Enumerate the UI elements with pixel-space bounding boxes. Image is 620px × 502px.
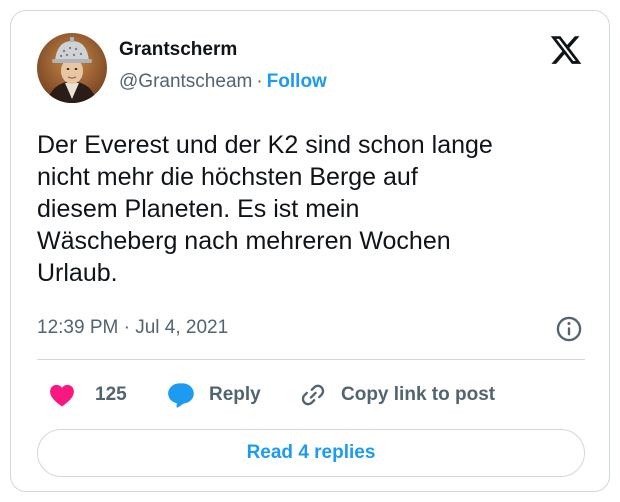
heart-icon [50, 384, 74, 407]
avatar-image [37, 33, 107, 103]
tweet-text: Der Everest und der K2 sind schon lange … [37, 131, 493, 287]
x-logo-icon[interactable] [549, 33, 583, 67]
avatar[interactable] [37, 33, 107, 103]
like-button[interactable]: 125 [49, 375, 127, 415]
link-icon [301, 384, 325, 406]
divider [37, 359, 585, 360]
copy-link-label: Copy link to post [341, 384, 496, 405]
reply-label: Reply [209, 384, 261, 405]
follow-button[interactable]: Follow [267, 71, 327, 92]
author-display-name[interactable]: Grantscherm [119, 39, 237, 61]
tweet-timestamp[interactable]: 12:39 PM · Jul 4, 2021 [37, 317, 228, 339]
tweet-card: Grantscherm @Grantscheam · Follow Der Ever… [10, 10, 610, 492]
handle-separator: · [256, 71, 263, 92]
copy-link-button[interactable]: Copy link to post [299, 375, 495, 415]
read-replies-button[interactable]: Read 4 replies [37, 429, 585, 477]
reply-button[interactable]: Reply [167, 375, 261, 415]
info-icon[interactable] [555, 315, 583, 343]
tweet-actions: 125 Reply Copy link to post [37, 375, 585, 415]
like-count: 125 [95, 384, 127, 405]
author-handle[interactable]: @Grantscheam [119, 71, 252, 92]
author-handle-line: @Grantscheam · Follow [119, 71, 327, 93]
speech-bubble-icon [168, 383, 194, 408]
